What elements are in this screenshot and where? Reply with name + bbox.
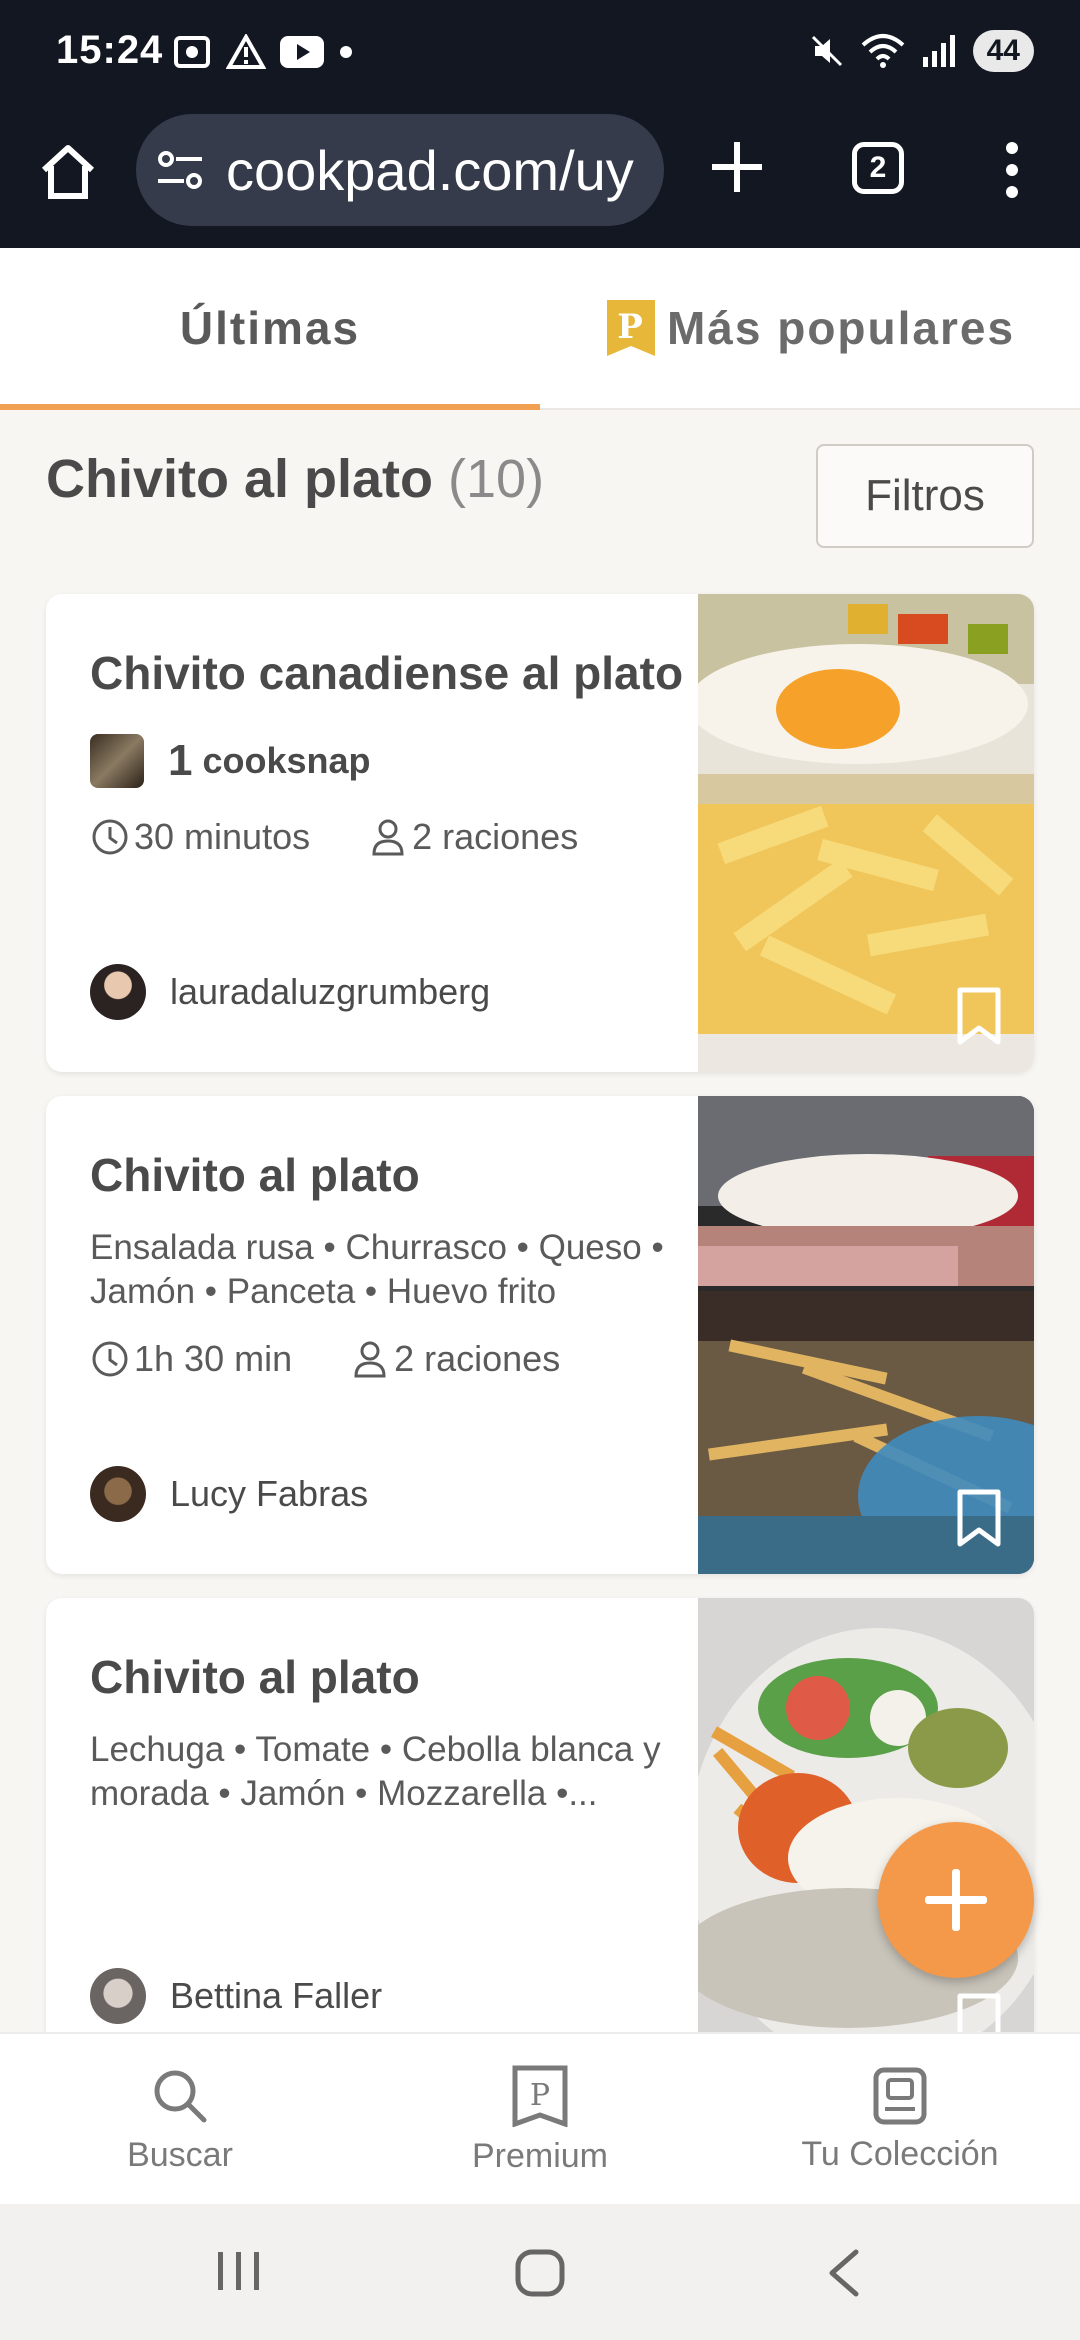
more-menu-icon[interactable]	[1000, 140, 1024, 200]
status-icons-right: 44	[809, 30, 1034, 72]
premium-badge-icon: P	[606, 300, 655, 356]
clock-icon	[92, 819, 128, 855]
results-query: Chivito al plato	[46, 449, 434, 509]
back-icon[interactable]	[824, 2248, 864, 2298]
dot-icon	[340, 46, 352, 58]
servings-value: 2 raciones	[412, 816, 579, 857]
avatar	[90, 1466, 146, 1522]
ingredients-list: Ensalada rusa • Churrasco • Queso • Jamó…	[90, 1226, 690, 1314]
recipe-card[interactable]: Chivito al plato Lechuga • Tomate • Cebo…	[46, 1598, 1034, 2032]
ingredients-list: Lechuga • Tomate • Cebolla blanca y mora…	[90, 1728, 690, 1816]
cook-time: 1h 30 min	[90, 1338, 292, 1380]
servings-value: 2 raciones	[394, 1338, 561, 1379]
nav-search[interactable]: Buscar	[0, 2034, 360, 2206]
recipe-title[interactable]: Chivito al plato	[90, 1148, 420, 1202]
nav-search-label: Buscar	[127, 2135, 233, 2174]
author-name: Bettina Faller	[170, 1975, 383, 2016]
status-icons-left	[172, 34, 354, 70]
status-bar: 15:24 44	[0, 0, 1080, 110]
home-icon[interactable]	[38, 142, 98, 202]
url-text: cookpad.com/uy	[226, 139, 634, 202]
recipe-tabs: Últimas P Más populares	[0, 248, 1080, 410]
servings: 2 raciones	[368, 816, 578, 858]
screenshot-icon	[174, 36, 210, 68]
person-icon	[354, 1341, 386, 1378]
recipe-meta: 1h 30 min 2 raciones	[90, 1338, 618, 1380]
new-tab-icon[interactable]	[710, 140, 764, 194]
recipe-author[interactable]: Bettina Faller	[90, 1968, 382, 2024]
nav-collection-label: Tu Colección	[801, 2134, 999, 2173]
system-navigation-bar	[0, 2204, 1080, 2340]
bookmark-icon[interactable]	[956, 1488, 1002, 1548]
filters-button[interactable]: Filtros	[816, 444, 1034, 548]
bookmark-icon[interactable]	[956, 1992, 1002, 2032]
svg-text:P: P	[530, 2078, 550, 2113]
collection-icon	[873, 2067, 927, 2124]
bottom-navigation: Buscar P Premium Tu Colección	[0, 2032, 1080, 2204]
add-recipe-button[interactable]	[878, 1822, 1034, 1978]
servings: 2 raciones	[350, 1338, 560, 1380]
ingredients-line: morada • Jamón • Mozzarella •...	[90, 1774, 598, 1813]
youtube-icon	[280, 36, 324, 68]
recipe-author[interactable]: Lucy Fabras	[90, 1466, 368, 1522]
recipe-card[interactable]: Chivito canadiense al plato 1 cooksnap 3…	[46, 594, 1034, 1072]
nav-collection[interactable]: Tu Colección	[720, 2034, 1080, 2206]
recipe-author[interactable]: lauradaluzgrumberg	[90, 964, 490, 1020]
home-nav-icon[interactable]	[514, 2248, 566, 2298]
author-name: Lucy Fabras	[170, 1473, 369, 1514]
tab-latest[interactable]: Últimas	[0, 248, 540, 410]
browser-toolbar: cookpad.com/uy 2	[0, 110, 1080, 248]
avatar	[90, 964, 146, 1020]
bookmark-icon[interactable]	[956, 986, 1002, 1046]
results-count: (10)	[448, 449, 545, 509]
plus-icon	[925, 1869, 987, 1931]
recent-apps-icon[interactable]	[214, 2248, 264, 2294]
tab-popular-label: Más populares	[666, 302, 1016, 354]
battery-icon: 44	[972, 30, 1034, 72]
nav-premium[interactable]: P Premium	[360, 2034, 720, 2206]
cooksnap-info: 1 cooksnap	[90, 734, 371, 788]
tab-switcher-button[interactable]: 2	[852, 142, 904, 194]
author-name: lauradaluzgrumberg	[170, 971, 491, 1012]
tab-popular[interactable]: P Más populares	[540, 248, 1080, 408]
recipe-meta: 30 minutos 2 raciones	[90, 816, 636, 858]
person-icon	[372, 819, 404, 856]
signal-icon	[922, 35, 955, 67]
warning-icon	[226, 34, 266, 69]
status-time: 15:24	[56, 28, 164, 72]
cook-time-value: 1h 30 min	[134, 1338, 293, 1379]
ingredients-line: Jamón • Panceta • Huevo frito	[90, 1272, 557, 1311]
url-field[interactable]: cookpad.com/uy	[136, 114, 664, 226]
clock-icon	[92, 1341, 128, 1377]
cooksnap-thumbnail	[90, 734, 144, 788]
site-settings-icon[interactable]	[156, 148, 204, 192]
nav-premium-label: Premium	[471, 2136, 609, 2175]
cook-time: 30 minutos	[90, 816, 310, 858]
avatar	[90, 1968, 146, 2024]
recipe-card[interactable]: Chivito al plato Ensalada rusa • Churras…	[46, 1096, 1034, 1574]
cooksnap-label: cooksnap	[202, 740, 371, 781]
results-title: Chivito al plato (10)	[46, 448, 544, 510]
ingredients-line: Ensalada rusa • Churrasco • Queso •	[90, 1228, 664, 1267]
cook-time-value: 30 minutos	[134, 816, 311, 857]
wifi-icon	[861, 34, 904, 68]
mute-icon	[811, 35, 842, 67]
premium-icon: P	[512, 2065, 568, 2127]
recipe-title[interactable]: Chivito al plato	[90, 1650, 420, 1704]
svg-text:P: P	[617, 307, 645, 347]
search-icon	[154, 2070, 207, 2122]
cooksnap-count: 1	[168, 736, 193, 785]
recipe-title[interactable]: Chivito canadiense al plato	[90, 646, 683, 700]
ingredients-line: Lechuga • Tomate • Cebolla blanca y	[90, 1730, 661, 1769]
